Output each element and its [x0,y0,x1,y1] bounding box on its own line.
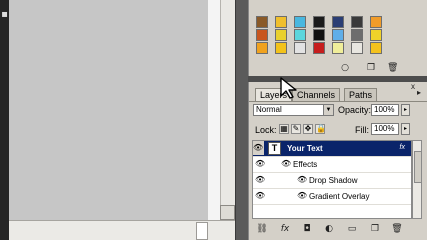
panel-divider [235,0,248,240]
canvas-area[interactable] [9,0,208,220]
text-layer-thumbnail-icon: T [268,142,281,155]
swatch-row-2 [256,29,382,43]
new-swatch-icon[interactable]: ❐ [366,63,376,73]
swatch[interactable] [275,42,287,54]
canvas-white-edge [208,0,220,220]
layer-row-drop-shadow[interactable]: 👁 👁 Drop Shadow [253,173,411,189]
blend-mode-select[interactable]: Normal ▼ [253,104,334,116]
layers-footer: ⛓ fx ◘ ◐ ▭ ❐ 🗑 [249,219,427,240]
swatch[interactable] [294,42,306,54]
swatch[interactable] [313,29,325,41]
link-icon[interactable]: ⛓ [256,223,268,235]
blend-mode-value: Normal [256,105,282,114]
opacity-stepper-icon[interactable]: ▸ [401,104,410,116]
fill-label: Fill: [355,125,369,135]
fill-stepper-icon[interactable]: ▸ [401,123,410,135]
swatch[interactable] [351,16,363,28]
fx-icon[interactable]: fx [279,223,291,235]
swatch[interactable] [256,29,268,41]
swatch[interactable] [370,29,382,41]
scroll-down-button[interactable] [220,205,235,220]
swatches-footer: ○ ❐ 🗑 [248,61,427,75]
document-left-edge [0,0,9,240]
scroll-right-button[interactable] [196,222,208,240]
swatch[interactable] [351,42,363,54]
swatch[interactable] [332,42,344,54]
swatch[interactable] [370,16,382,28]
close-icon[interactable]: x [411,82,415,91]
lock-paint-icon[interactable]: ✎ [291,124,301,134]
adjustment-icon[interactable]: ◐ [323,223,335,235]
mask-icon[interactable]: ◘ [301,223,313,235]
lock-all-icon[interactable]: 🔒 [315,124,326,134]
swatch[interactable] [294,16,306,28]
vertical-scrollbar[interactable] [220,0,235,220]
lock-move-icon[interactable]: ✥ [303,124,313,134]
fill-field[interactable]: 100% [371,123,399,135]
trash-icon[interactable]: 🗑 [391,223,403,235]
effects-eye-icon[interactable]: 👁 [281,160,291,168]
eye-icon[interactable]: 👁 [253,141,264,155]
layer-row-gradient-overlay[interactable]: 👁 👁 Gradient Overlay [253,189,411,205]
swatch[interactable] [256,16,268,28]
swatch[interactable] [351,29,363,41]
opacity-field[interactable]: 100% [371,104,399,116]
scroll-thumb[interactable] [414,151,422,183]
swatch[interactable] [370,42,382,54]
cursor-icon [280,77,297,99]
layer-name: Gradient Overlay [309,192,370,201]
layer-row-effects[interactable]: 👁 👁 Effects [253,157,411,173]
lock-transparent-icon[interactable]: ▦ [279,124,289,134]
swatch[interactable] [313,16,325,28]
swatch[interactable] [275,16,287,28]
circle-icon[interactable]: ○ [340,63,350,73]
tab-divider [249,101,427,102]
swatch[interactable] [332,29,344,41]
swatch[interactable] [332,16,344,28]
layer-name: Your Text [287,144,323,153]
document-corner-icon: ▪ [1,9,8,20]
swatch-row-1 [256,16,382,30]
swatch[interactable] [313,42,325,54]
chevron-down-icon: ▼ [323,105,333,115]
lock-label: Lock: [255,125,277,135]
fx-badge-icon: fx [399,144,405,151]
effect-eye-icon[interactable]: 👁 [297,192,307,200]
layer-list-scrollbar[interactable] [412,140,422,219]
eye-icon[interactable]: 👁 [255,160,265,168]
opacity-label: Opacity: [338,105,372,115]
eye-icon[interactable]: 👁 [255,192,265,200]
panel-menu-icon[interactable]: ▸ [417,88,421,97]
layer-name: Effects [293,160,318,169]
eye-icon[interactable]: 👁 [255,176,265,184]
tab-paths[interactable]: Paths [344,88,378,101]
trash-icon[interactable]: 🗑 [387,63,398,73]
layers-panel: x Layers Channels Paths ▸ Normal ▼ Opaci… [248,82,427,240]
swatch[interactable] [275,29,287,41]
folder-icon[interactable]: ▭ [346,223,358,235]
layer-name: Drop Shadow [309,176,358,185]
swatch[interactable] [294,29,306,41]
effect-eye-icon[interactable]: 👁 [297,176,307,184]
layer-list: 👁 T Your Text fx 👁 👁 Effects 👁 👁 Drop Sh… [252,140,412,219]
layer-row-your-text[interactable]: 👁 T Your Text fx [253,141,411,157]
swatch-row-3 [256,42,382,56]
swatch[interactable] [256,42,268,54]
new-layer-icon[interactable]: ❐ [369,223,381,235]
